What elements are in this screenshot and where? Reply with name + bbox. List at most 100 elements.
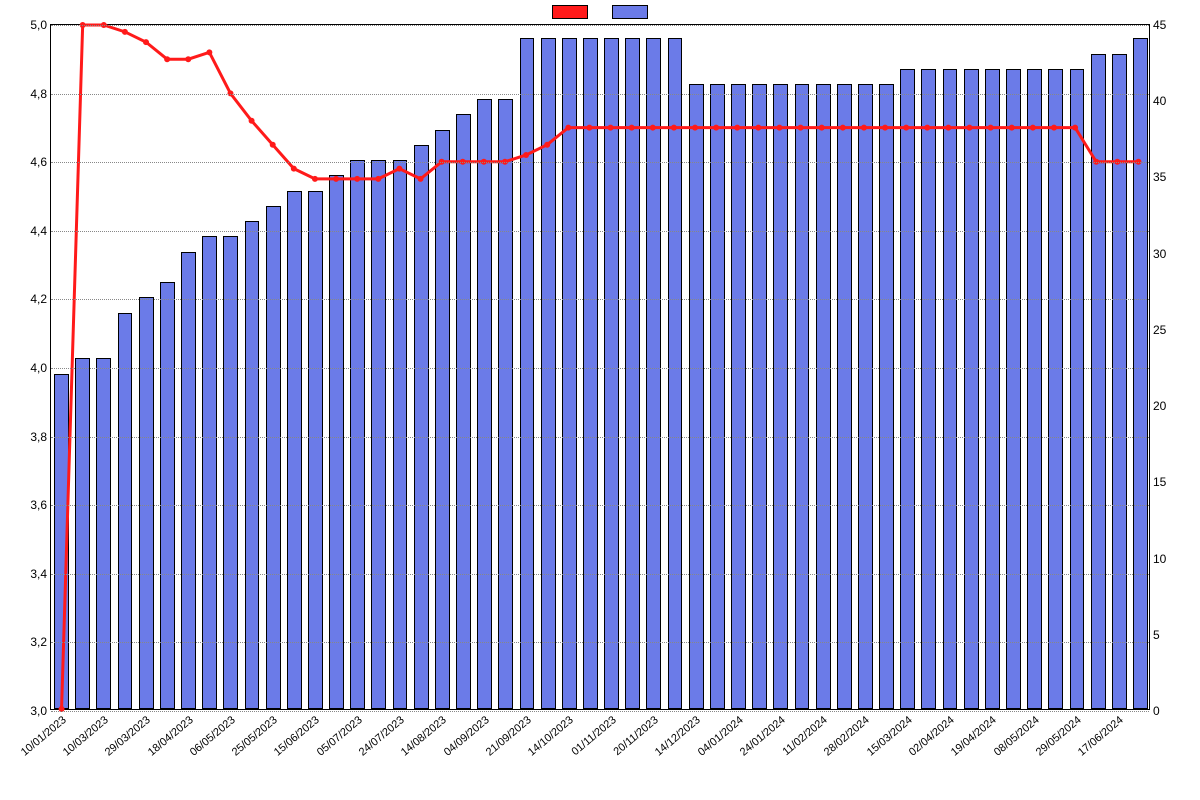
y-right-tick: 0: [1153, 704, 1197, 718]
line-point: [185, 56, 191, 62]
x-axis-labels: 10/01/202310/03/202329/03/202318/04/2023…: [50, 710, 1150, 800]
y-left-tick: 3,0: [3, 704, 47, 718]
x-tick-label: 21/09/2023: [484, 714, 534, 759]
x-tick-label: 14/10/2023: [526, 714, 576, 759]
line-point: [819, 125, 825, 131]
y-left-tick: 4,8: [3, 87, 47, 101]
legend: [0, 4, 1200, 19]
y-left-tick: 4,2: [3, 292, 47, 306]
gridline: [51, 437, 1149, 438]
x-tick-label: 15/06/2023: [272, 714, 322, 759]
line-point: [586, 125, 592, 131]
x-tick-label: 04/09/2023: [441, 714, 491, 759]
line-point: [291, 166, 297, 172]
y-left-tick: 4,4: [3, 224, 47, 238]
line-point: [608, 125, 614, 131]
line-point: [840, 125, 846, 131]
gridline: [51, 368, 1149, 369]
line-point: [523, 152, 529, 158]
y-right-tick: 35: [1153, 170, 1197, 184]
y-left-tick: 3,6: [3, 498, 47, 512]
line-point: [734, 125, 740, 131]
line-point: [418, 176, 424, 182]
gridline: [51, 231, 1149, 232]
y-right-tick: 45: [1153, 18, 1197, 32]
x-tick-label: 14/08/2023: [399, 714, 449, 759]
y-left-tick: 4,6: [3, 155, 47, 169]
line-point: [861, 125, 867, 131]
line-point: [206, 49, 212, 55]
line-point: [650, 125, 656, 131]
y-right-tick: 10: [1153, 552, 1197, 566]
gridline: [51, 299, 1149, 300]
line-point: [164, 56, 170, 62]
line-point: [312, 176, 318, 182]
gridline: [51, 574, 1149, 575]
line-point: [122, 29, 128, 35]
y-left-tick: 3,2: [3, 635, 47, 649]
y-right-tick: 5: [1153, 628, 1197, 642]
x-tick-label: 17/06/2024: [1076, 714, 1126, 759]
line-point: [1072, 125, 1078, 131]
line-point: [882, 125, 888, 131]
gridline: [51, 162, 1149, 163]
x-tick-label: 19/04/2024: [949, 714, 999, 759]
x-tick-label: 15/03/2024: [865, 714, 915, 759]
x-tick-label: 25/05/2023: [230, 714, 280, 759]
line-point: [798, 125, 804, 131]
x-tick-label: 10/01/2023: [18, 714, 68, 759]
x-tick-label: 18/04/2023: [145, 714, 195, 759]
x-tick-label: 28/02/2024: [822, 714, 872, 759]
x-tick-label: 29/03/2023: [103, 714, 153, 759]
line-point: [544, 142, 550, 148]
x-tick-label: 08/05/2024: [991, 714, 1041, 759]
x-tick-label: 20/11/2023: [611, 714, 660, 758]
line-point: [354, 176, 360, 182]
line-point: [249, 118, 255, 124]
y-left-tick: 3,8: [3, 430, 47, 444]
line-point: [375, 176, 381, 182]
plot-area: 3,03,23,43,63,84,04,24,44,64,85,00510152…: [50, 24, 1150, 710]
line-point: [692, 125, 698, 131]
line-path: [62, 25, 1139, 709]
y-right-tick: 40: [1153, 94, 1197, 108]
x-tick-label: 24/01/2024: [738, 714, 788, 759]
line-point: [967, 125, 973, 131]
line-point: [924, 125, 930, 131]
x-tick-label: 11/02/2024: [781, 714, 830, 758]
line-point: [143, 39, 149, 45]
line-point: [755, 125, 761, 131]
x-tick-label: 14/12/2023: [653, 714, 703, 759]
y-left-tick: 4,0: [3, 361, 47, 375]
line-point: [1009, 125, 1015, 131]
x-tick-label: 24/07/2023: [357, 714, 407, 759]
line-point: [396, 166, 402, 172]
line-point: [629, 125, 635, 131]
x-tick-label: 10/03/2023: [61, 714, 111, 759]
x-tick-label: 05/07/2023: [315, 714, 365, 759]
legend-swatch-line: [552, 5, 588, 19]
x-tick-label: 02/04/2024: [907, 714, 957, 759]
y-right-tick: 25: [1153, 323, 1197, 337]
line-point: [270, 142, 276, 148]
line-point: [776, 125, 782, 131]
legend-swatch-bar: [612, 5, 648, 19]
chart-container: 3,0 3,2 3,4 3,6 3,8 4,0 4,2 4,4 4,6 4,8 5,0 0 5 10 15 2…: [0, 0, 1200, 800]
line-point: [945, 125, 951, 131]
line-point: [1051, 125, 1057, 131]
y-left-tick: 3,4: [3, 567, 47, 581]
y-left-tick: 5,0: [3, 18, 47, 32]
gridline: [51, 25, 1149, 26]
gridline: [51, 642, 1149, 643]
line-point: [903, 125, 909, 131]
x-tick-label: 29/05/2024: [1034, 714, 1084, 759]
line-point: [671, 125, 677, 131]
y-right-tick: 15: [1153, 475, 1197, 489]
x-tick-label: 01/11/2023: [569, 714, 618, 758]
y-right-tick: 20: [1153, 399, 1197, 413]
line-point: [333, 176, 339, 182]
line-point: [1030, 125, 1036, 131]
x-tick-label: 04/01/2024: [695, 714, 745, 759]
line-point: [565, 125, 571, 131]
gridline: [51, 94, 1149, 95]
